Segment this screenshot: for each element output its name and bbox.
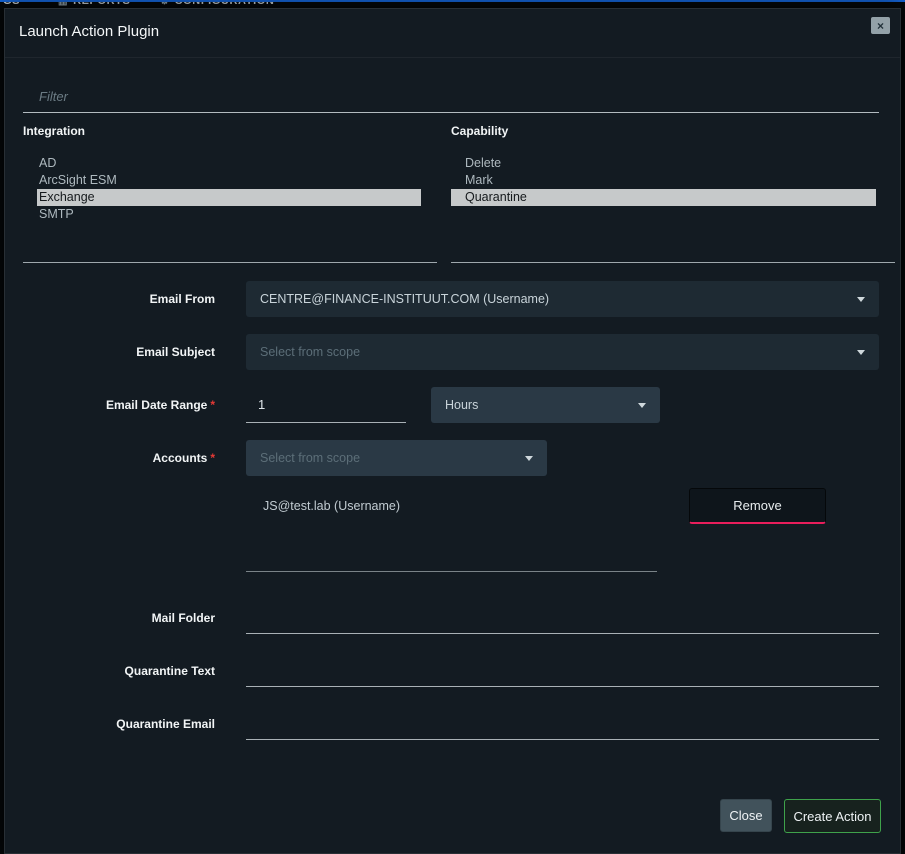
accounts-label: Accounts * [5, 440, 215, 476]
quarantine-text-input[interactable] [246, 654, 879, 687]
close-icon[interactable]: × [871, 17, 890, 34]
selected-account-name: JS@test.lab (Username) [263, 488, 400, 524]
capability-list: Delete Mark Quarantine [451, 155, 876, 206]
email-subject-placeholder: Select from scope [260, 345, 849, 359]
integration-listbox: AD ArcSight ESM Exchange SMTP [23, 149, 437, 263]
chevron-down-icon [525, 456, 533, 461]
integration-list: AD ArcSight ESM Exchange SMTP [37, 155, 421, 223]
create-action-button[interactable]: Create Action [784, 799, 881, 833]
email-subject-select[interactable]: Select from scope [246, 334, 879, 370]
launch-action-plugin-modal: Launch Action Plugin × Integration Capab… [4, 8, 901, 854]
quarantine-email-label-text: Quarantine Email [116, 717, 215, 731]
configuration-icon: ⚙ [160, 0, 170, 7]
capability-listbox: Delete Mark Quarantine [451, 149, 895, 263]
selected-account-row: JS@test.lab (Username) Remove [246, 488, 879, 524]
list-item-mark[interactable]: Mark [451, 172, 876, 189]
accounts-placeholder: Select from scope [260, 451, 517, 465]
email-date-range-input[interactable] [246, 387, 406, 423]
nav-item-configuration-label: CONFIGURATION [175, 0, 275, 7]
accounts-label-text: Accounts [153, 451, 208, 465]
chevron-down-icon [638, 403, 646, 408]
email-subject-label: Email Subject [5, 334, 215, 370]
reports-icon: ▥ [58, 0, 68, 7]
mail-folder-input[interactable] [246, 601, 879, 634]
remove-account-button[interactable]: Remove [689, 488, 826, 524]
required-asterisk: * [210, 451, 215, 465]
list-item-arcsight-esm[interactable]: ArcSight ESM [37, 172, 421, 189]
modal-title: Launch Action Plugin [19, 23, 159, 40]
date-range-unit-value: Hours [445, 398, 630, 412]
accounts-select[interactable]: Select from scope [246, 440, 547, 476]
header-divider [5, 57, 900, 58]
nav-item-gs-label: GS [3, 0, 20, 7]
email-subject-label-text: Email Subject [136, 345, 215, 359]
mail-folder-label: Mail Folder [5, 601, 215, 634]
mail-folder-label-text: Mail Folder [152, 611, 215, 625]
date-range-unit-select[interactable]: Hours [431, 387, 660, 423]
email-from-select[interactable]: CENTRE@FINANCE-INSTITUUT.COM (Username) [246, 281, 879, 317]
list-item-smtp[interactable]: SMTP [37, 206, 421, 223]
quarantine-text-label-text: Quarantine Text [125, 664, 215, 678]
list-item-exchange-selected[interactable]: Exchange [37, 189, 421, 206]
list-item-quarantine-selected[interactable]: Quarantine [451, 189, 876, 206]
quarantine-email-label: Quarantine Email [5, 707, 215, 740]
capability-label: Capability [451, 124, 508, 138]
list-item-delete[interactable]: Delete [451, 155, 876, 172]
chevron-down-icon [857, 297, 865, 302]
screen: GS ▥ REPORTS ⚙ CONFIGURATION Launch Acti… [0, 0, 905, 854]
chevron-down-icon [857, 350, 865, 355]
required-asterisk: * [210, 398, 215, 412]
quarantine-email-input[interactable] [246, 707, 879, 740]
email-from-label-text: Email From [150, 292, 215, 306]
nav-item-reports-label: REPORTS [73, 0, 130, 7]
email-from-value: CENTRE@FINANCE-INSTITUUT.COM (Username) [260, 292, 849, 306]
email-date-range-label: Email Date Range * [5, 387, 215, 423]
close-button[interactable]: Close [720, 799, 772, 832]
list-item-ad[interactable]: AD [37, 155, 421, 172]
filter-input[interactable] [23, 81, 879, 113]
email-date-range-label-text: Email Date Range [106, 398, 207, 412]
integration-label: Integration [23, 124, 85, 138]
quarantine-text-label: Quarantine Text [5, 654, 215, 687]
account-list-divider [246, 571, 657, 572]
email-from-label: Email From [5, 281, 215, 317]
